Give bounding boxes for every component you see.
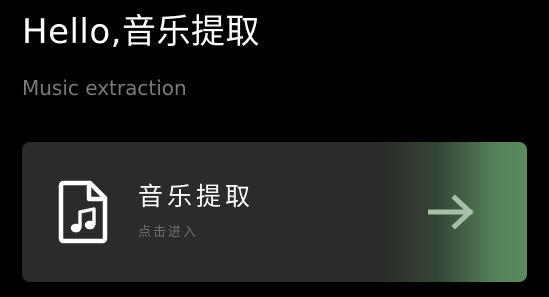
card-subtitle: 点击进入 [138,225,199,240]
arrow-right-icon[interactable] [428,194,474,230]
card-title: 音乐提取 [138,182,255,211]
page-title: Hello,音乐提取 [22,12,260,52]
music-file-icon [58,180,108,244]
page: Hello,音乐提取 Music extraction 音乐提取 点击进入 [0,0,549,297]
page-subtitle: Music extraction [22,76,187,100]
music-extraction-card[interactable]: 音乐提取 点击进入 [22,142,527,282]
